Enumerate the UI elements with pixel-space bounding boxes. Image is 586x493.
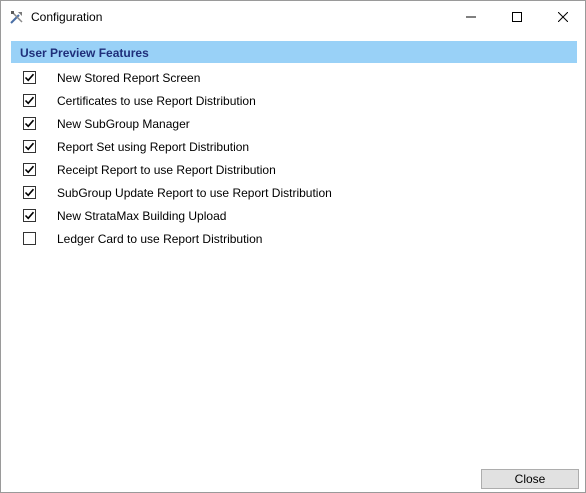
feature-label: New Stored Report Screen: [57, 71, 201, 85]
feature-item[interactable]: Report Set using Report Distribution: [23, 139, 423, 159]
maximize-icon: [512, 11, 522, 22]
maximize-button[interactable]: [494, 1, 540, 32]
feature-checkbox[interactable]: [23, 140, 36, 153]
feature-checkbox[interactable]: [23, 163, 36, 176]
checkmark-icon: [24, 188, 35, 197]
close-button[interactable]: Close: [481, 469, 579, 489]
section-title: User Preview Features: [20, 46, 149, 60]
feature-checkbox[interactable]: [23, 117, 36, 130]
feature-item[interactable]: New Stored Report Screen: [23, 70, 423, 90]
feature-label: Report Set using Report Distribution: [57, 140, 250, 154]
feature-label: Certificates to use Report Distribution: [57, 94, 256, 108]
checkmark-icon: [24, 165, 35, 174]
feature-item[interactable]: New SubGroup Manager: [23, 116, 423, 136]
checkmark-icon: [24, 73, 35, 82]
feature-label: Receipt Report to use Report Distributio…: [57, 163, 276, 177]
feature-checkbox[interactable]: [23, 232, 36, 245]
close-window-button[interactable]: [540, 1, 586, 32]
feature-checkbox[interactable]: [23, 209, 36, 222]
checkmark-icon: [24, 96, 35, 105]
feature-label: SubGroup Update Report to use Report Dis…: [57, 186, 332, 200]
section-header: User Preview Features: [11, 41, 577, 63]
title-bar[interactable]: Configuration: [1, 1, 585, 32]
feature-label: New SubGroup Manager: [57, 117, 190, 131]
feature-checkbox[interactable]: [23, 71, 36, 84]
feature-item[interactable]: Ledger Card to use Report Distribution: [23, 231, 423, 251]
window-title: Configuration: [31, 10, 103, 24]
feature-item[interactable]: Receipt Report to use Report Distributio…: [23, 162, 423, 182]
feature-checkbox[interactable]: [23, 94, 36, 107]
minimize-button[interactable]: [448, 1, 494, 32]
minimize-icon: [466, 16, 476, 17]
feature-checkbox[interactable]: [23, 186, 36, 199]
checkmark-icon: [24, 119, 35, 128]
checkmark-icon: [24, 142, 35, 151]
feature-item[interactable]: Certificates to use Report Distribution: [23, 93, 423, 113]
feature-item[interactable]: SubGroup Update Report to use Report Dis…: [23, 185, 423, 205]
feature-item[interactable]: New StrataMax Building Upload: [23, 208, 423, 228]
checkmark-icon: [24, 211, 35, 220]
close-icon: [558, 11, 568, 22]
configuration-window: Configuration User Preview Features New …: [0, 0, 586, 493]
feature-label: Ledger Card to use Report Distribution: [57, 232, 263, 246]
tools-icon: [9, 9, 25, 25]
feature-label: New StrataMax Building Upload: [57, 209, 227, 223]
